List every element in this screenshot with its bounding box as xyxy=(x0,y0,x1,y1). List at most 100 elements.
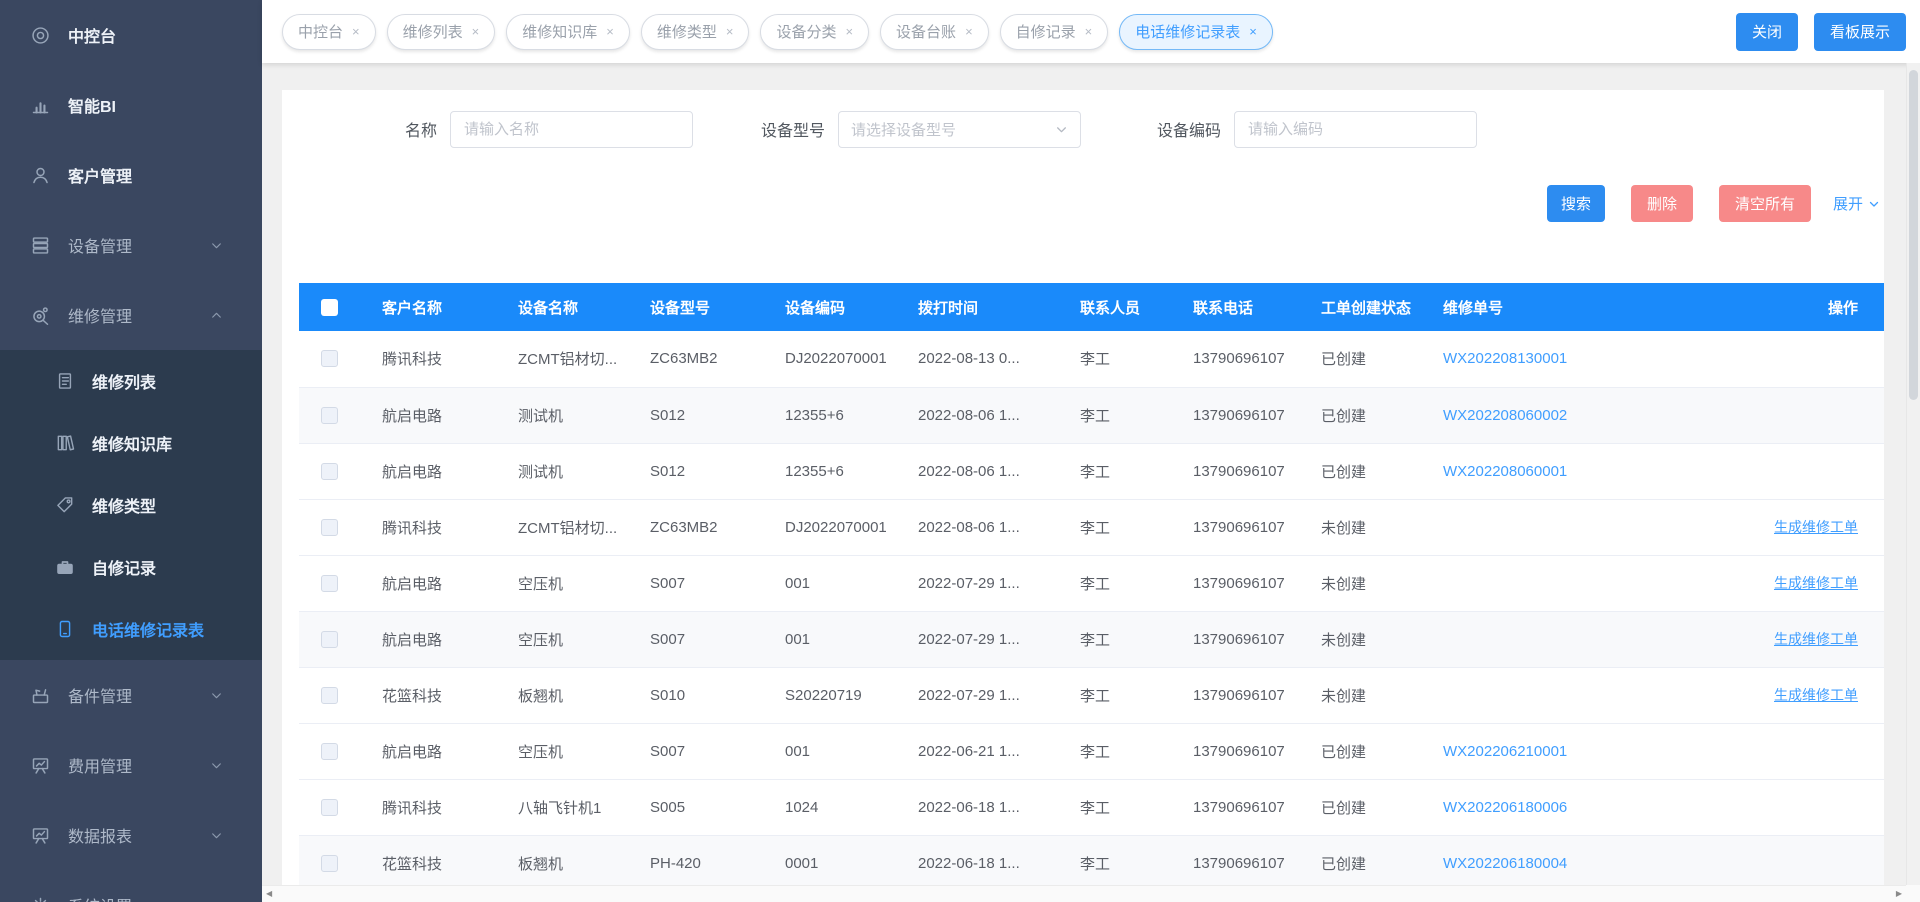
device-icon xyxy=(30,235,51,256)
tab-label: 维修知识库 xyxy=(522,21,597,42)
sidebar-item-device-mgmt[interactable]: 设备管理 xyxy=(0,210,262,280)
row-checkbox[interactable] xyxy=(321,575,338,592)
cell-model: S012 xyxy=(637,443,772,499)
phone-repair-records-table: 客户名称设备名称设备型号设备编码拨打时间联系人员联系电话工单创建状态维修单号操作… xyxy=(299,283,1884,892)
sidebar-item-customer-mgmt[interactable]: 客户管理 xyxy=(0,140,262,210)
repair-order-link[interactable]: WX202206180006 xyxy=(1443,799,1567,816)
row-checkbox[interactable] xyxy=(321,687,338,704)
repair-order-link[interactable]: WX202208060002 xyxy=(1443,407,1567,424)
cell-phone: 13790696107 xyxy=(1180,555,1308,611)
tabbar-actions: 关闭 看板展示 xyxy=(1736,13,1906,51)
repair-order-link[interactable]: WX202208060001 xyxy=(1443,463,1567,480)
tab-close-icon[interactable]: × xyxy=(1249,25,1257,38)
tab-close-icon[interactable]: × xyxy=(352,25,360,38)
sidebar-item-repair-type[interactable]: 维修类型 xyxy=(0,474,262,536)
table-row: 腾讯科技ZCMT铝材切...ZC63MB2DJ20220700012022-08… xyxy=(299,331,1884,387)
repair-order-link[interactable]: WX202206180004 xyxy=(1443,855,1567,872)
generate-work-order-link[interactable]: 生成维修工单 xyxy=(1774,519,1858,535)
tab-repair-type[interactable]: 维修类型× xyxy=(641,14,750,50)
sidebar-item-data-report[interactable]: 数据报表 xyxy=(0,800,262,870)
table-row: 航启电路测试机S01212355+62022-08-06 1...李工13790… xyxy=(299,387,1884,443)
table-row: 腾讯科技ZCMT铝材切...ZC63MB2DJ20220700012022-08… xyxy=(299,499,1884,555)
cell-action xyxy=(1630,443,1884,499)
row-checkbox[interactable] xyxy=(321,743,338,760)
tab-repair-list[interactable]: 维修列表× xyxy=(387,14,496,50)
cell-status: 已创建 xyxy=(1308,779,1430,835)
search-button[interactable]: 搜索 xyxy=(1547,185,1605,222)
sidebar-item-spare-parts-mgmt[interactable]: 备件管理 xyxy=(0,660,262,730)
select-all-checkbox[interactable] xyxy=(321,299,338,316)
row-checkbox[interactable] xyxy=(321,799,338,816)
tab-device-ledger[interactable]: 设备台账× xyxy=(880,14,989,50)
sidebar-item-system-settings[interactable]: 系统设置 xyxy=(0,870,262,902)
scroll-right-arrow-icon[interactable]: ▶ xyxy=(1896,890,1902,898)
vertical-scrollbar[interactable] xyxy=(1906,63,1920,885)
sidebar-item-smart-bi[interactable]: 智能BI xyxy=(0,70,262,140)
tab-repair-knowledge[interactable]: 维修知识库 × xyxy=(506,14,630,50)
row-checkbox[interactable] xyxy=(321,631,338,648)
cell-code: S20220719 xyxy=(772,667,905,723)
filter-form: 名称 设备型号 请选择设备型号 设备编码 xyxy=(299,110,1884,148)
tab-console[interactable]: 中控台× xyxy=(282,14,376,50)
repair-order-link[interactable]: WX202208130001 xyxy=(1443,350,1567,367)
expand-label: 展开 xyxy=(1833,193,1863,214)
sidebar-item-self-repair-record[interactable]: 自修记录 xyxy=(0,536,262,598)
cell-order_no xyxy=(1430,499,1630,555)
device-model-label: 设备型号 xyxy=(761,117,825,141)
phone-icon xyxy=(55,619,75,639)
generate-work-order-link[interactable]: 生成维修工单 xyxy=(1774,631,1858,647)
horizontal-scrollbar[interactable]: ◀ ▶ xyxy=(262,885,1906,902)
vertical-scrollbar-thumb[interactable] xyxy=(1909,70,1918,400)
tab-close-icon[interactable]: × xyxy=(726,25,734,38)
tab-phone-repair[interactable]: 电话维修记录表× xyxy=(1119,14,1273,50)
content-area: 名称 设备型号 请选择设备型号 设备编码 搜索 删除 清空所有 展开 xyxy=(262,63,1920,902)
cell-customer: 航启电路 xyxy=(369,723,505,779)
row-checkbox[interactable] xyxy=(321,519,338,536)
cell-order_no: WX202208130001 xyxy=(1430,331,1630,387)
name-input[interactable] xyxy=(450,111,693,148)
chevron-down-icon xyxy=(210,829,223,842)
cell-order_no: WX202208060001 xyxy=(1430,443,1630,499)
board-display-button[interactable]: 看板展示 xyxy=(1814,13,1906,51)
sidebar-item-label: 自修记录 xyxy=(92,555,156,579)
expand-link[interactable]: 展开 xyxy=(1833,193,1880,214)
generate-work-order-link[interactable]: 生成维修工单 xyxy=(1774,575,1858,591)
close-button[interactable]: 关闭 xyxy=(1736,13,1798,51)
tab-close-icon[interactable]: × xyxy=(845,25,853,38)
device-code-input[interactable] xyxy=(1234,111,1477,148)
sidebar-item-console[interactable]: 中控台 xyxy=(0,0,262,70)
row-checkbox[interactable] xyxy=(321,407,338,424)
cell-customer: 腾讯科技 xyxy=(369,779,505,835)
sidebar-item-cost-mgmt[interactable]: 费用管理 xyxy=(0,730,262,800)
clear-all-button[interactable]: 清空所有 xyxy=(1719,185,1811,222)
content-card: 名称 设备型号 请选择设备型号 设备编码 搜索 删除 清空所有 展开 xyxy=(282,90,1884,902)
cell-call_time: 2022-06-18 1... xyxy=(905,835,1067,891)
delete-button[interactable]: 删除 xyxy=(1631,185,1693,222)
cell-call_time: 2022-08-06 1... xyxy=(905,443,1067,499)
cell-customer: 航启电路 xyxy=(369,555,505,611)
device-model-select[interactable]: 请选择设备型号 xyxy=(838,111,1081,148)
sidebar-item-repair-list[interactable]: 维修列表 xyxy=(0,350,262,412)
tab-device-category[interactable]: 设备分类× xyxy=(760,14,869,50)
cell-status: 已创建 xyxy=(1308,443,1430,499)
sidebar-item-label: 系统设置 xyxy=(68,893,132,902)
row-checkbox[interactable] xyxy=(321,463,338,480)
tab-close-icon[interactable]: × xyxy=(606,25,614,38)
repair-order-link[interactable]: WX202206210001 xyxy=(1443,743,1567,760)
sidebar-item-phone-repair-record[interactable]: 电话维修记录表 xyxy=(0,598,262,660)
tab-self-repair[interactable]: 自修记录× xyxy=(1000,14,1109,50)
sidebar-item-label: 备件管理 xyxy=(68,683,132,707)
scroll-left-arrow-icon[interactable]: ◀ xyxy=(266,890,272,898)
tab-close-icon[interactable]: × xyxy=(965,25,973,38)
generate-work-order-link[interactable]: 生成维修工单 xyxy=(1774,687,1858,703)
tab-close-icon[interactable]: × xyxy=(1085,25,1093,38)
cell-model: S012 xyxy=(637,387,772,443)
sidebar-item-label: 中控台 xyxy=(68,23,116,47)
tab-close-icon[interactable]: × xyxy=(472,25,480,38)
sidebar-item-label: 数据报表 xyxy=(68,823,132,847)
sidebar-item-repair-mgmt[interactable]: 维修管理 xyxy=(0,280,262,350)
cell-action xyxy=(1630,779,1884,835)
row-checkbox[interactable] xyxy=(321,350,338,367)
sidebar-item-repair-knowledge[interactable]: 维修知识库 xyxy=(0,412,262,474)
row-checkbox[interactable] xyxy=(321,855,338,872)
